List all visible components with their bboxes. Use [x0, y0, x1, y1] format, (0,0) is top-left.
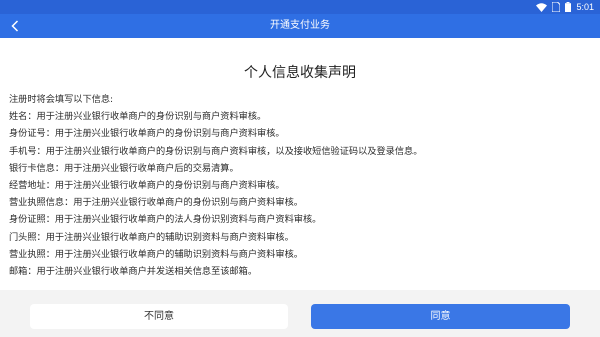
status-time: 5:01	[576, 2, 594, 12]
page-title: 开通支付业务	[270, 20, 330, 31]
sim-card-icon	[552, 2, 561, 12]
system-icons: 5:01	[536, 1, 594, 13]
statement-item-id-photo: 身份证照：用于注册兴业银行收单商户的法人身份识别资料与商户资料审核。	[9, 214, 322, 226]
statement-intro: 注册时将会填写以下信息:	[9, 94, 114, 105]
statement-lines: 注册时将会填写以下信息: 姓名：用于注册兴业银行收单商户的身份识别与商户资料审核…	[9, 91, 590, 280]
statement-item-license: 营业执照：用于注册兴业银行收单商户的辅助识别资料与商户资料审核。	[9, 248, 303, 260]
statement-item-license-info: 营业执照信息：用于注册兴业银行收单商户的身份识别与商户资料审核。	[9, 197, 303, 209]
statement-content: 个人信息收集声明 注册时将会填写以下信息: 姓名：用于注册兴业银行收单商户的身份…	[0, 38, 600, 290]
statement-item-email: 邮箱：用于注册兴业银行收单商户并发送相关信息至该邮箱。	[9, 265, 258, 277]
statement-item-bank-card: 银行卡信息：用于注册兴业银行收单商户后的交易清算。	[9, 162, 239, 174]
action-bar: 不同意 同意	[0, 290, 600, 337]
statement-item-address: 经营地址：用于注册兴业银行收单商户的身份识别与商户资料审核。	[9, 179, 285, 191]
statement-item-phone: 手机号：用于注册兴业银行收单商户的身份识别与商户资料审核，以及接收短信验证码以及…	[9, 145, 423, 157]
status-bar: 5:01	[0, 0, 600, 14]
statement-item-name: 姓名：用于注册兴业银行收单商户的身份识别与商户资料审核。	[9, 111, 267, 123]
statement-item-storefront-photo: 门头照：用于注册兴业银行收单商户的辅助识别资料与商户资料审核。	[9, 231, 294, 243]
statement-item-id-number: 身份证号：用于注册兴业银行收单商户的身份识别与商户资料审核。	[9, 128, 285, 140]
agree-button[interactable]: 同意	[311, 304, 570, 329]
wifi-icon	[536, 2, 548, 12]
battery-icon	[565, 2, 572, 12]
app-bar: 开通支付业务	[0, 14, 600, 38]
disagree-button[interactable]: 不同意	[30, 304, 288, 329]
document-title: 个人信息收集声明	[244, 65, 356, 81]
